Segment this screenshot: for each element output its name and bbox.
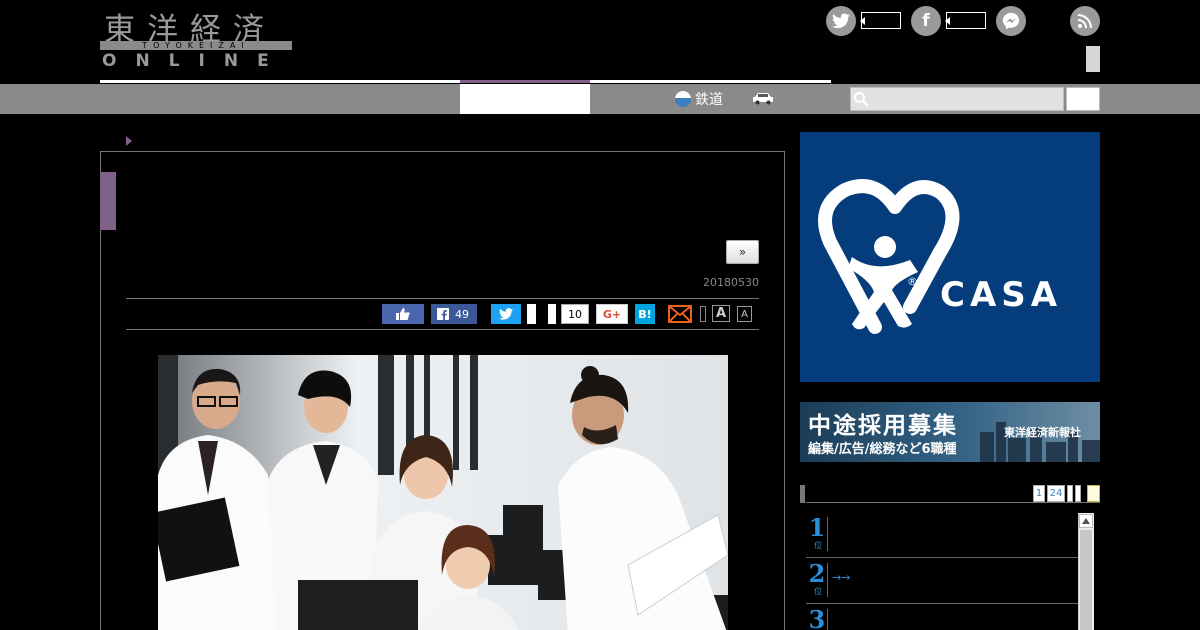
recruit-title: 中途採用募集	[808, 413, 958, 439]
search-button[interactable]	[1066, 87, 1100, 111]
next-page-button[interactable]: »	[726, 240, 759, 264]
nav-tab-active[interactable]	[460, 84, 590, 114]
recruit-subtitle: 編集/広告/総務など6職種	[808, 442, 957, 457]
ranking-separator	[827, 563, 828, 597]
casa-logo-icon	[818, 179, 960, 334]
article-photo	[158, 355, 728, 630]
train-icon	[675, 91, 691, 107]
logo-romaji: TOYOKEIZAI	[100, 41, 292, 50]
font-size-small-button[interactable]: A	[737, 306, 752, 322]
rss-icon[interactable]	[1070, 6, 1100, 36]
nav-active-indicator	[460, 80, 590, 83]
lab-team-image	[158, 355, 728, 630]
side-tab[interactable]	[1086, 46, 1100, 72]
breadcrumb-arrow-icon	[126, 136, 132, 146]
share-separator	[700, 306, 706, 322]
twitter-icon	[499, 308, 513, 320]
pocket-button[interactable]	[548, 304, 556, 324]
ranking-separator	[827, 517, 828, 551]
chevron-up-icon	[1082, 518, 1090, 524]
ranking-page-24[interactable]: 24	[1047, 485, 1065, 502]
twitter-follow-count	[860, 12, 901, 29]
rss-glyph	[1077, 14, 1092, 29]
ranking-number: 3	[808, 605, 826, 630]
nav-item-railway-label: 鉄道	[695, 92, 723, 108]
messenger-icon[interactable]	[996, 6, 1026, 36]
nav-item-railway[interactable]: 鉄道	[675, 88, 723, 110]
ranking-item[interactable]: 1 位	[806, 513, 1078, 558]
facebook-share-icon	[437, 308, 449, 320]
share-divider-bottom	[126, 329, 759, 330]
messenger-glyph	[1002, 12, 1020, 30]
car-icon[interactable]	[752, 91, 774, 105]
ranking-page-1[interactable]: 1	[1033, 485, 1045, 502]
hatena-bookmark-button[interactable]: B!	[635, 304, 655, 324]
ranking-number: 2	[808, 559, 826, 588]
casa-registered-mark: ®	[907, 275, 918, 288]
mail-icon[interactable]	[668, 305, 692, 323]
logo-online[interactable]: ONLINE	[102, 51, 288, 71]
facebook-share-button[interactable]: 49	[431, 304, 477, 324]
google-plus-button[interactable]: G+	[596, 304, 628, 324]
ranking-unit: 位	[814, 541, 822, 550]
facebook-share-count: 49	[455, 307, 469, 321]
recruit-company: 東洋経済新報社	[1004, 426, 1081, 439]
scroll-up-arrow-icon[interactable]	[1079, 514, 1093, 528]
facebook-like-button[interactable]	[382, 304, 424, 324]
ranking-item[interactable]: 2 位 →→	[806, 559, 1078, 604]
article-date: 20180530	[703, 276, 759, 289]
twitter-icon[interactable]	[826, 6, 856, 36]
search-icon	[854, 92, 869, 107]
tweet-count	[527, 304, 536, 324]
thumbs-up-icon	[396, 308, 410, 320]
tweet-button[interactable]	[491, 304, 521, 324]
twitter-bird-glyph	[832, 13, 850, 29]
font-size-large-button[interactable]: A	[712, 305, 730, 322]
ranking-number: 1	[808, 513, 826, 542]
ranking-tab-a[interactable]	[1067, 485, 1073, 502]
pocket-count: 10	[561, 304, 589, 324]
scrollbar-thumb[interactable]	[1080, 530, 1092, 630]
ranking-list: 1 位 2 位 →→ 3 位	[806, 513, 1078, 630]
facebook-follow-count	[945, 12, 986, 29]
ranking-item[interactable]: 3 位	[806, 605, 1078, 630]
facebook-icon[interactable]: f	[911, 6, 941, 36]
share-divider-top	[126, 298, 759, 299]
article-title-accent	[100, 172, 116, 230]
ranking-title[interactable]: →→	[832, 571, 850, 584]
casa-brand-text: CASA	[940, 275, 1063, 315]
ranking-tab-b[interactable]	[1075, 485, 1081, 502]
ranking-heading-marker	[800, 485, 805, 503]
casa-ad-banner[interactable]	[800, 132, 1100, 382]
ranking-unit: 位	[814, 587, 822, 596]
search-input[interactable]	[850, 87, 1064, 111]
ranking-tab-c[interactable]	[1087, 485, 1100, 502]
ranking-heading-line	[806, 502, 1100, 503]
ranking-separator	[827, 609, 828, 630]
